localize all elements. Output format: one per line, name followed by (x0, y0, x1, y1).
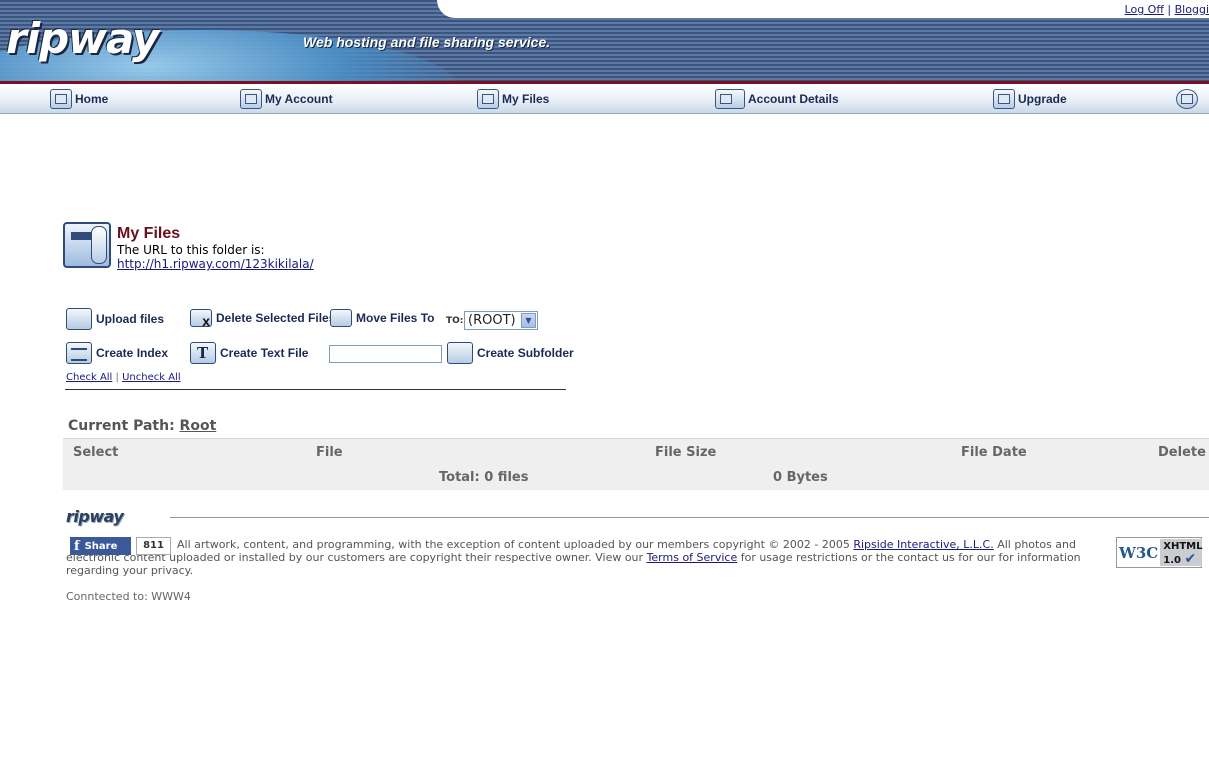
ripside-link[interactable]: Ripside Interactive, L.L.C. (853, 538, 993, 551)
top-links-separator: | (1167, 3, 1172, 16)
footer-divider (170, 517, 1209, 518)
lifebuoy-icon (1176, 89, 1198, 109)
check-all-link[interactable]: Check All (66, 372, 112, 383)
facebook-icon: f (74, 538, 80, 554)
column-header-file-date: File Date (961, 445, 1027, 460)
current-path-link[interactable]: Root (180, 418, 217, 434)
nav-item-label: My Account (265, 92, 333, 106)
create-index-button[interactable]: Create Index (66, 342, 168, 364)
toolbar-divider (65, 389, 566, 390)
text-file-icon (190, 342, 216, 364)
site-header: ripway Web hosting and file sharing serv… (0, 0, 1209, 84)
w3c-logo: W3C (1119, 543, 1159, 562)
nav-item-my-account[interactable]: My Account (240, 88, 333, 110)
nav-item-label: My Files (502, 92, 550, 106)
page-title: My Files (117, 225, 181, 242)
folder-url-label: The URL to this folder is: (117, 243, 265, 257)
upgrade-icon (993, 89, 1015, 109)
nav-item-home[interactable]: Home (50, 88, 108, 110)
details-icon (715, 89, 745, 109)
nav-item-label: Upgrade (1018, 92, 1067, 106)
nav-item-my-files[interactable]: My Files (477, 88, 549, 110)
move-files-icon (330, 309, 352, 327)
folder-icon (447, 342, 473, 364)
connected-server: Conntected to: WWW4 (66, 590, 191, 603)
column-header-file-size: File Size (655, 445, 717, 460)
upload-icon (66, 308, 92, 330)
create-subfolder-label: Create Subfolder (477, 346, 574, 360)
delete-icon (190, 309, 212, 329)
nav-item-account-details[interactable]: Account Details (715, 88, 839, 110)
move-to-label: TO: (446, 316, 464, 326)
home-icon (50, 89, 72, 109)
nav-item-label: Home (75, 92, 109, 106)
check-links-separator: | (115, 372, 119, 383)
w3c-xhtml-badge[interactable]: W3C XHTML 1.0 ✔ (1116, 537, 1203, 568)
create-text-file-button[interactable]: Create Text File (190, 342, 308, 364)
checkmark-icon: ✔ (1184, 551, 1197, 567)
terms-of-service-link[interactable]: Terms of Service (647, 551, 738, 564)
header-tagline: Web hosting and file sharing service. (303, 34, 551, 50)
destination-select[interactable]: (ROOT) ▼ (464, 311, 538, 330)
copyright-text: All artwork, content, and programming, w… (66, 538, 1111, 577)
my-files-folder-icon (63, 222, 111, 268)
move-files-label: Move Files To (356, 311, 435, 325)
create-subfolder-button[interactable]: Create Subfolder (447, 342, 574, 364)
total-files: Total: 0 files (439, 470, 529, 485)
main-nav: Home My Account My Files Account Details… (0, 84, 1209, 114)
upload-files-button[interactable]: Upload files (66, 308, 164, 330)
copyright-part-1: All artwork, content, and programming, w… (177, 538, 854, 551)
xhtml-version: 1.0 (1163, 555, 1181, 566)
current-path: Current Path: Root (68, 418, 216, 434)
user-link[interactable]: Bloggi (1175, 3, 1209, 16)
chevron-down-icon[interactable]: ▼ (521, 313, 536, 328)
total-size: 0 Bytes (773, 470, 828, 485)
column-header-select: Select (73, 445, 119, 460)
delete-selected-label: Delete Selected Files (216, 311, 336, 325)
files-icon (477, 89, 499, 109)
account-icon (240, 89, 262, 109)
folder-url-link[interactable]: http://h1.ripway.com/123kikilala/ (117, 257, 314, 271)
header-white-tab (437, 0, 1209, 18)
column-header-delete: Delete (1158, 445, 1206, 460)
column-header-file: File (316, 445, 343, 460)
create-text-file-label: Create Text File (220, 346, 309, 360)
xhtml-label: XHTML (1163, 541, 1203, 552)
current-path-label: Current Path: (68, 418, 175, 434)
ripway-logo[interactable]: ripway (6, 14, 159, 64)
log-off-link[interactable]: Log Off (1125, 3, 1164, 16)
xhtml-badge-label: XHTML 1.0 ✔ (1160, 539, 1203, 567)
facebook-share-button[interactable]: f Share (70, 537, 131, 555)
upload-files-label: Upload files (96, 312, 165, 326)
nav-item-help[interactable] (1176, 88, 1198, 110)
top-links: Log Off | Bloggi (1125, 3, 1209, 16)
share-label: Share (84, 540, 118, 552)
create-index-label: Create Index (96, 346, 169, 360)
destination-select-value: (ROOT) (468, 313, 516, 328)
delete-selected-files-button[interactable]: Delete Selected Files (190, 309, 336, 329)
check-links: Check All | Uncheck All (66, 372, 181, 383)
footer-ripway-logo: ripway (66, 507, 124, 526)
move-files-button[interactable]: Move Files To (330, 309, 434, 327)
nav-item-upgrade[interactable]: Upgrade (993, 88, 1067, 110)
uncheck-all-link[interactable]: Uncheck All (122, 372, 181, 383)
nav-item-label: Account Details (748, 92, 839, 106)
index-icon (66, 342, 92, 364)
file-table: Select File File Size File Date Delete T… (63, 438, 1209, 490)
share-count: 811 (136, 537, 171, 555)
subfolder-name-input[interactable] (329, 345, 442, 363)
